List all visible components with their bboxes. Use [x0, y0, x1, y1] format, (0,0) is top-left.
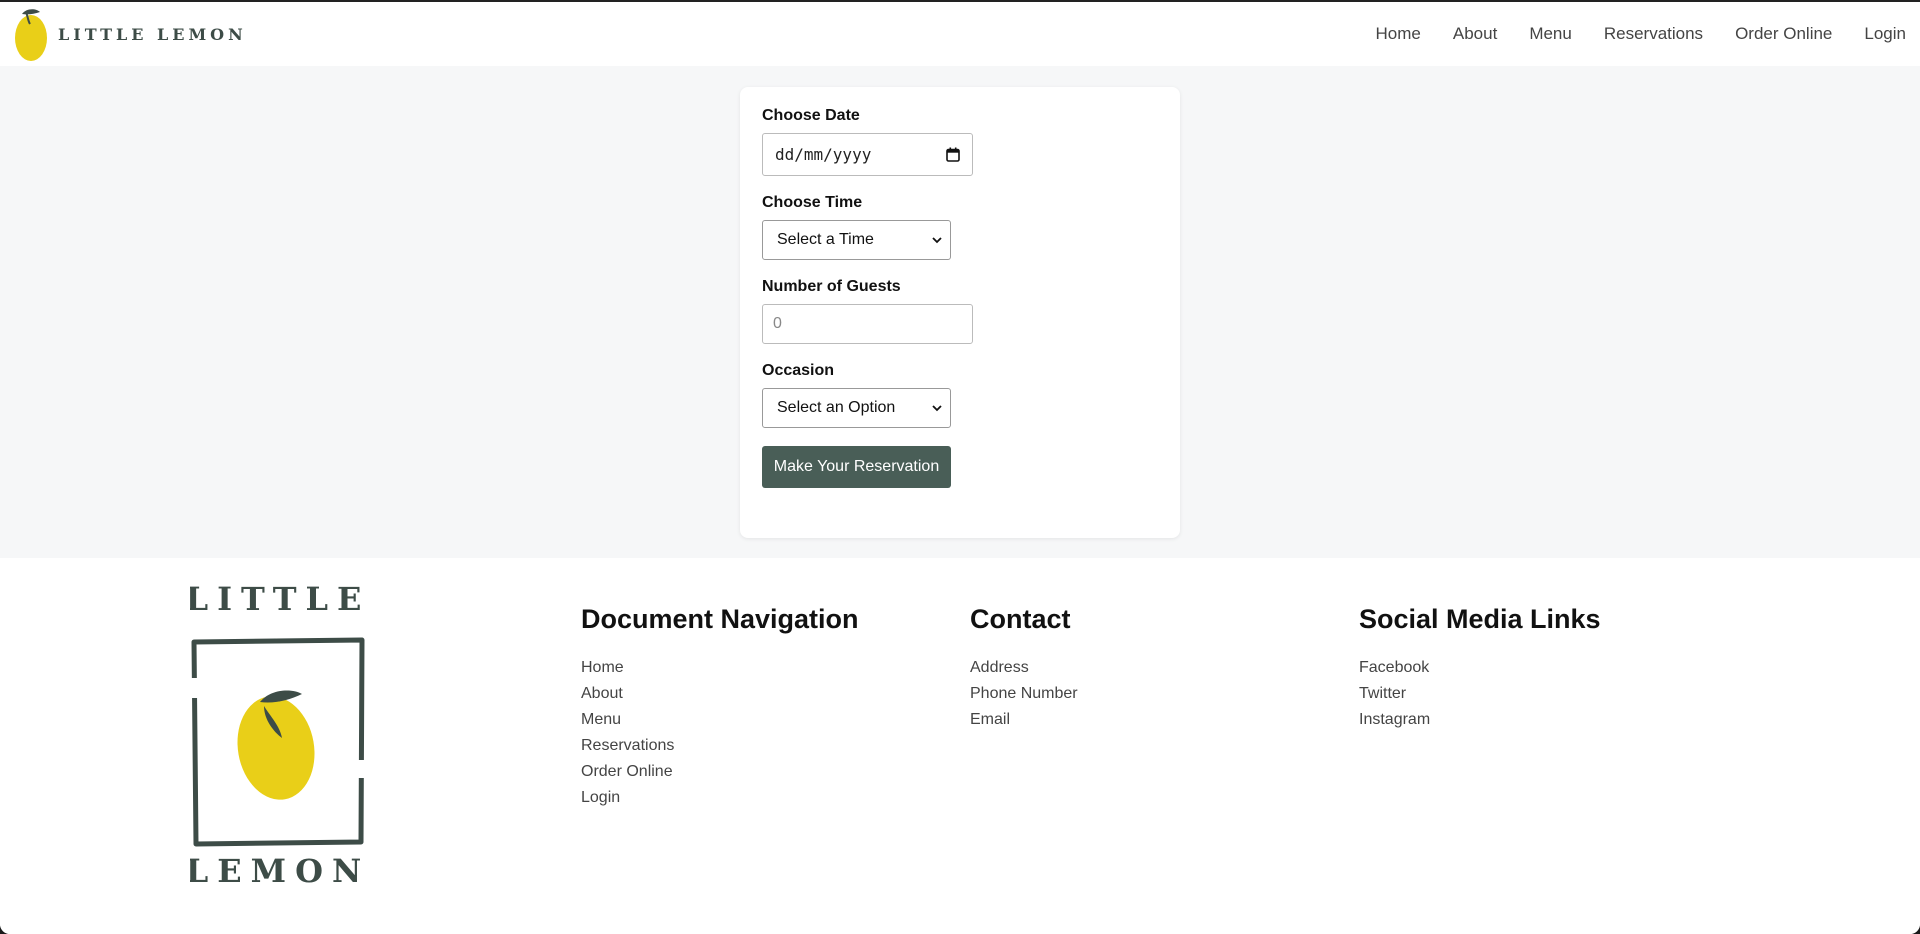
- brand-name: LITTLE LEMON: [58, 24, 247, 44]
- nav-reservations[interactable]: Reservations: [1604, 24, 1703, 44]
- footer-link-phone-number[interactable]: Phone Number: [970, 681, 1078, 707]
- footer-link-reservations[interactable]: Reservations: [581, 733, 859, 759]
- lemon-icon: [15, 9, 47, 61]
- footer-link-menu[interactable]: Menu: [581, 707, 859, 733]
- occasion-select[interactable]: Select an Option: [762, 388, 951, 428]
- page: LITTLE LEMON Home About Menu Reservation…: [0, 0, 1920, 934]
- brand-logo[interactable]: LITTLE LEMON: [14, 6, 247, 62]
- guests-label: Number of Guests: [762, 278, 901, 295]
- date-label: Choose Date: [762, 107, 860, 124]
- footer-logo-top-text: LITTLE: [190, 580, 366, 618]
- date-field: Choose Date dd/mm/yyyy: [762, 107, 1158, 176]
- main-content: Choose Date dd/mm/yyyy Choose Time Selec…: [0, 66, 1920, 558]
- time-field: Choose Time Select a Time: [762, 194, 1158, 260]
- occasion-label: Occasion: [762, 362, 835, 379]
- footer-link-about[interactable]: About: [581, 681, 859, 707]
- footer: LITTLE LEMON Document Navigation Home Ab…: [0, 558, 1920, 934]
- footer-link-facebook[interactable]: Facebook: [1359, 655, 1601, 681]
- footer-col-title: Contact: [970, 604, 1071, 634]
- footer-col-social: Social Media Links Facebook Twitter Inst…: [1359, 604, 1601, 733]
- time-label: Choose Time: [762, 194, 863, 211]
- date-input[interactable]: dd/mm/yyyy: [762, 133, 973, 176]
- calendar-icon[interactable]: [946, 147, 960, 162]
- date-placeholder: dd/mm/yyyy: [775, 145, 872, 164]
- footer-col-title: Document Navigation: [581, 604, 859, 634]
- footer-logo-bottom-text: LEMON: [190, 852, 366, 884]
- reservation-form: Choose Date dd/mm/yyyy Choose Time Selec…: [740, 87, 1180, 538]
- nav-login[interactable]: Login: [1864, 24, 1906, 44]
- footer-link-login[interactable]: Login: [581, 785, 859, 811]
- footer-col-navigation: Document Navigation Home About Menu Rese…: [581, 604, 859, 811]
- nav-order-online[interactable]: Order Online: [1735, 24, 1832, 44]
- chevron-down-icon: [932, 236, 942, 243]
- footer-col-title: Social Media Links: [1359, 604, 1601, 634]
- guests-input[interactable]: 0: [762, 304, 973, 344]
- footer-col-contact: Contact Address Phone Number Email: [970, 604, 1078, 733]
- guests-placeholder: 0: [773, 315, 782, 332]
- chevron-down-icon: [932, 404, 942, 411]
- footer-link-email[interactable]: Email: [970, 707, 1078, 733]
- footer-link-home[interactable]: Home: [581, 655, 859, 681]
- main-nav: Home About Menu Reservations Order Onlin…: [1344, 24, 1906, 44]
- occasion-select-value: Select an Option: [777, 399, 896, 416]
- make-reservation-button[interactable]: Make Your Reservation: [762, 446, 951, 488]
- nav-home[interactable]: Home: [1376, 24, 1421, 44]
- footer-link-address[interactable]: Address: [970, 655, 1078, 681]
- footer-link-twitter[interactable]: Twitter: [1359, 681, 1601, 707]
- time-select[interactable]: Select a Time: [762, 220, 951, 260]
- occasion-field: Occasion Select an Option: [762, 362, 1158, 428]
- header: LITTLE LEMON Home About Menu Reservation…: [0, 2, 1920, 66]
- lemon-icon: [237, 690, 315, 800]
- guests-field: Number of Guests 0: [762, 278, 1158, 344]
- footer-link-instagram[interactable]: Instagram: [1359, 707, 1601, 733]
- nav-menu[interactable]: Menu: [1529, 24, 1572, 44]
- nav-about[interactable]: About: [1453, 24, 1497, 44]
- footer-link-order-online[interactable]: Order Online: [581, 759, 859, 785]
- time-select-value: Select a Time: [777, 231, 874, 248]
- footer-logo[interactable]: LITTLE LEMON: [186, 574, 366, 890]
